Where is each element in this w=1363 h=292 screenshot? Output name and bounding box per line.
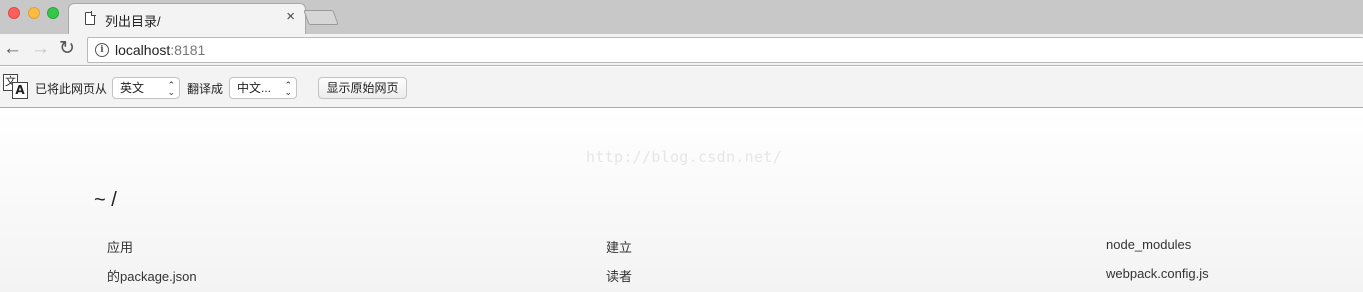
select-down-icon: ⌄ xyxy=(167,87,175,97)
forward-arrow-icon[interactable]: → xyxy=(31,38,50,60)
translate-icon: 文 A xyxy=(3,74,29,100)
close-window-button[interactable] xyxy=(8,7,20,19)
file-link[interactable]: node_modules xyxy=(1106,237,1191,252)
url-port: :8181 xyxy=(170,42,206,58)
browser-tab[interactable]: 列出目录/ × xyxy=(68,3,306,34)
document-icon xyxy=(85,11,96,25)
url-host: localhost xyxy=(115,42,171,58)
translate-bar: 文 A 已将此网页从 英文 ⌃ ⌄ 翻译成 中文... ⌃ ⌄ 显示原始网页 xyxy=(0,67,1363,108)
tab-strip: 列出目录/ × xyxy=(0,0,1363,34)
site-info-icon[interactable]: i xyxy=(95,43,109,57)
new-tab-button[interactable] xyxy=(303,10,339,25)
watermark: http://blog.csdn.net/ xyxy=(586,148,782,166)
url-text[interactable]: localhost:8181 xyxy=(115,42,205,58)
tab-title: 列出目录/ xyxy=(105,14,161,29)
file-link[interactable]: 建立 xyxy=(606,237,632,256)
browser-toolbar: ← → ↻ i localhost:8181 xyxy=(0,34,1363,66)
file-link[interactable]: webpack.config.js xyxy=(1106,266,1209,281)
show-original-button[interactable]: 显示原始网页 xyxy=(318,77,407,99)
page-content: http://blog.csdn.net/ ~ / 应用 建立 node_mod… xyxy=(0,109,1363,292)
source-language-select[interactable]: 英文 ⌃ ⌄ xyxy=(112,77,180,99)
minimize-window-button[interactable] xyxy=(28,7,40,19)
back-arrow-icon[interactable]: ← xyxy=(3,38,22,60)
select-down-icon: ⌄ xyxy=(284,87,292,97)
file-link[interactable]: 的package.json xyxy=(107,266,197,285)
translated-from-label: 已将此网页从 xyxy=(35,82,108,96)
close-tab-icon[interactable]: × xyxy=(286,9,295,24)
zoom-window-button[interactable] xyxy=(47,7,59,19)
file-link[interactable]: 应用 xyxy=(107,237,133,256)
source-language-value: 英文 xyxy=(120,81,145,95)
target-language-select[interactable]: 中文... ⌃ ⌄ xyxy=(229,77,297,99)
reload-icon[interactable]: ↻ xyxy=(59,38,75,60)
target-language-value: 中文... xyxy=(237,81,272,95)
file-link[interactable]: 读者 xyxy=(606,266,632,285)
translated-to-label: 翻译成 xyxy=(187,82,224,96)
address-bar[interactable]: i localhost:8181 xyxy=(87,37,1363,63)
translate-target-glyph: A xyxy=(12,82,28,99)
directory-heading: ~ / xyxy=(94,189,117,211)
